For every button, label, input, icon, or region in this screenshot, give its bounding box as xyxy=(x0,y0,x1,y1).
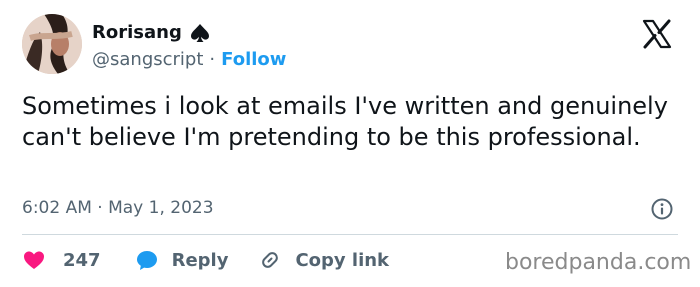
copy-link-label: Copy link xyxy=(295,249,390,271)
avatar[interactable] xyxy=(22,14,82,74)
handle-row: @sangscript · Follow xyxy=(92,49,286,70)
x-logo-icon[interactable] xyxy=(641,18,673,50)
handle-separator: · xyxy=(209,49,216,70)
follow-button[interactable]: Follow xyxy=(221,49,286,70)
reply-button[interactable]: Reply xyxy=(135,248,229,272)
action-bar: 247 Reply Copy link xyxy=(22,248,389,272)
tweet-timestamp[interactable]: 6:02 AM · May 1, 2023 xyxy=(22,198,214,218)
watermark: boredpanda.com xyxy=(505,250,692,275)
spade-icon xyxy=(190,23,210,43)
user-name-row: Rorisang xyxy=(92,22,210,43)
like-count: 247 xyxy=(63,249,101,271)
tweet-text: Sometimes i look at emails I've written … xyxy=(22,92,668,151)
user-handle[interactable]: @sangscript xyxy=(92,49,203,70)
copy-link-button[interactable]: Copy link xyxy=(258,248,389,272)
reply-bubble-icon xyxy=(135,248,159,272)
link-icon xyxy=(258,248,282,272)
like-button[interactable]: 247 xyxy=(22,248,101,272)
divider xyxy=(22,234,678,235)
info-icon[interactable] xyxy=(650,197,674,221)
display-name[interactable]: Rorisang xyxy=(92,22,182,43)
reply-label: Reply xyxy=(171,249,229,271)
heart-icon xyxy=(22,248,46,272)
